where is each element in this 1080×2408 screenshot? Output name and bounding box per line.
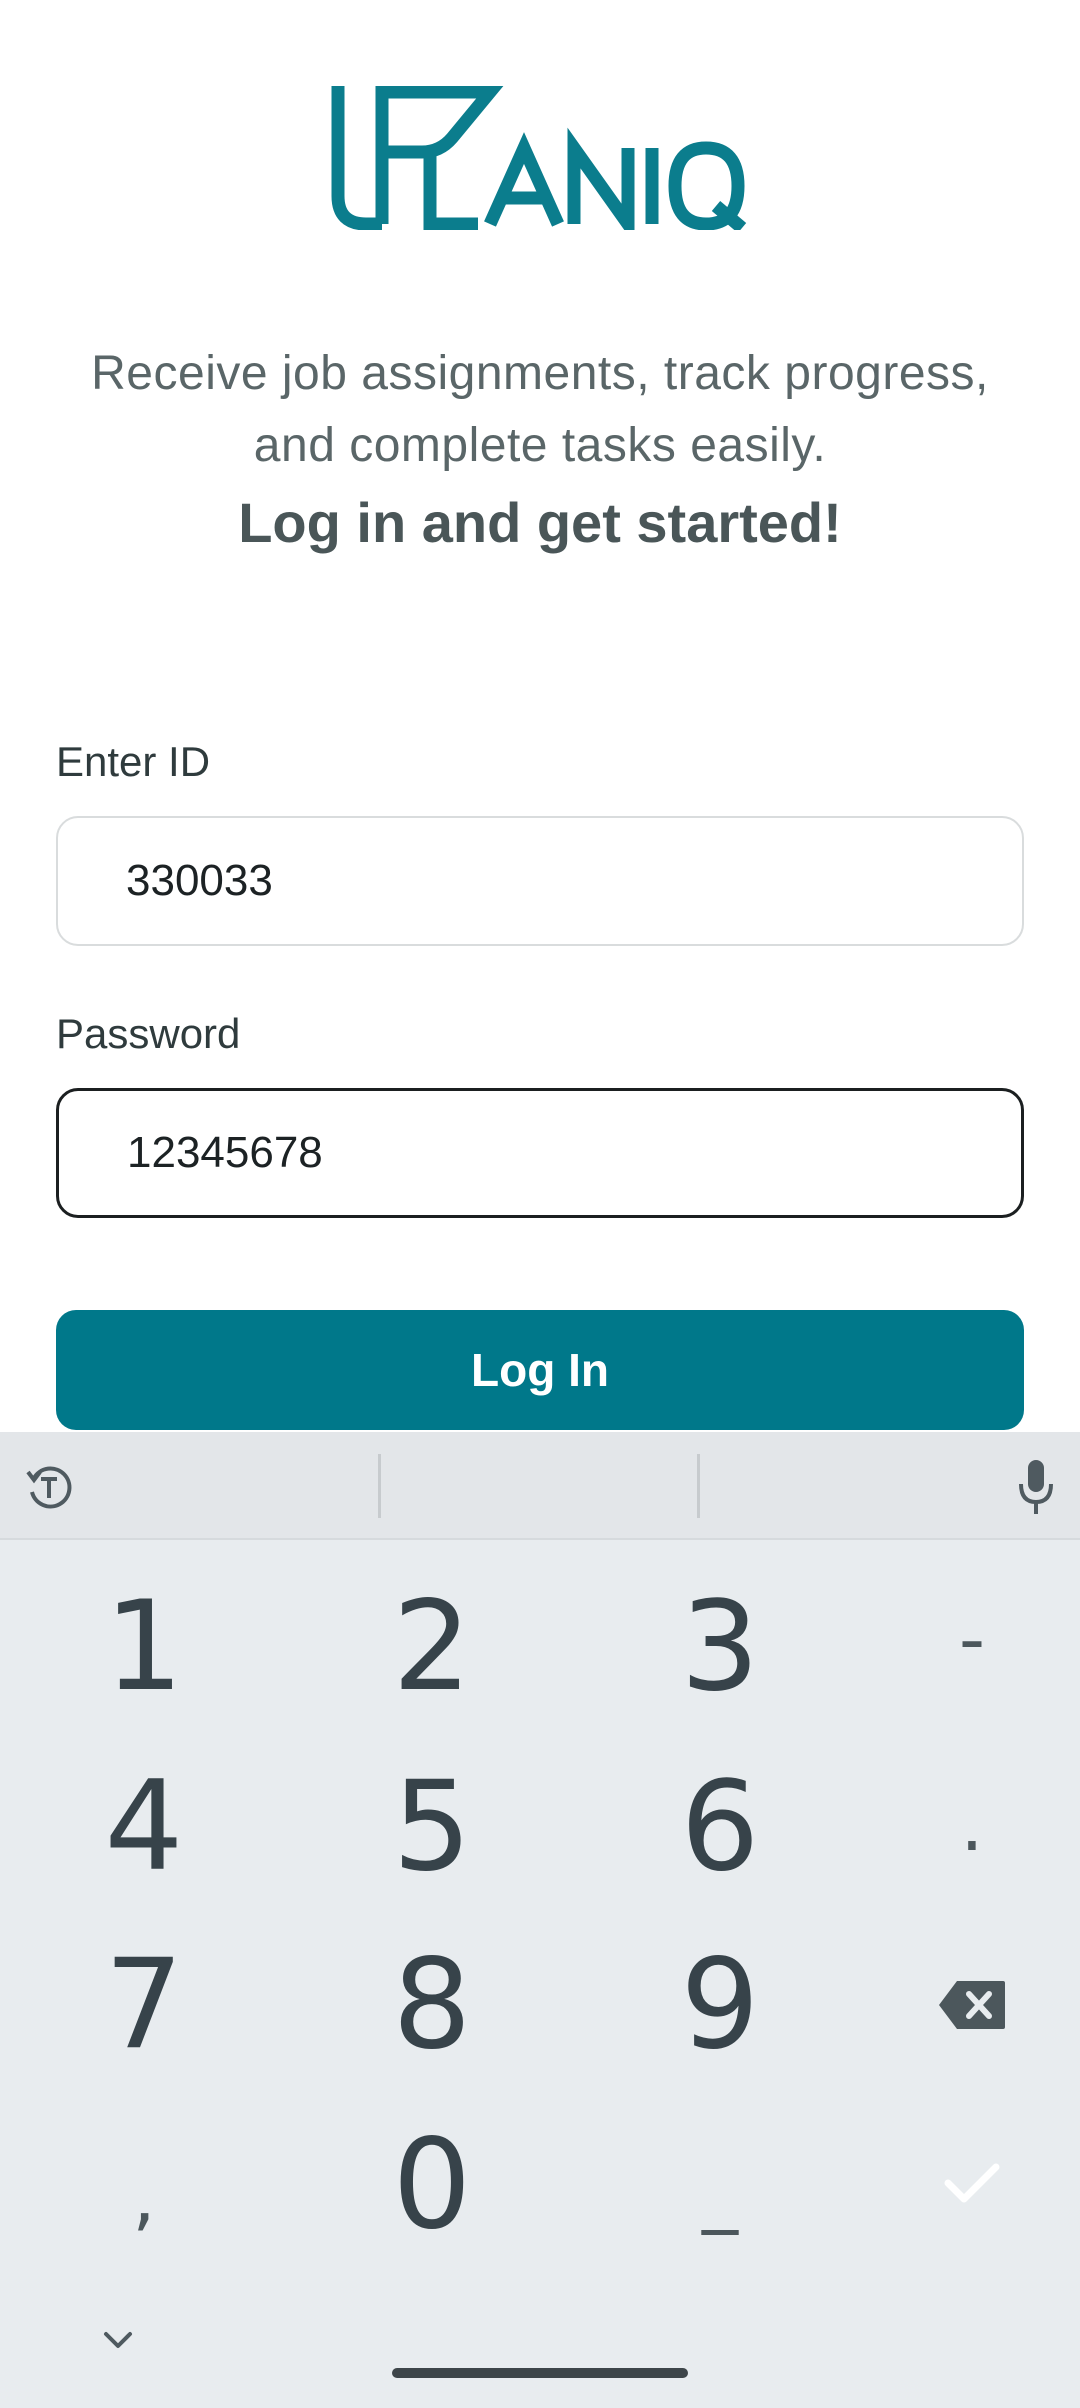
check-icon	[944, 2163, 1000, 2203]
backspace-icon	[939, 1981, 1005, 2029]
id-input[interactable]: 330033	[56, 816, 1024, 946]
password-label: Password	[56, 1010, 241, 1057]
key-3[interactable]: 3	[620, 1562, 820, 1732]
home-indicator[interactable]	[392, 2368, 688, 2378]
microphone-icon[interactable]	[1010, 1456, 1062, 1520]
backspace-key[interactable]	[872, 1920, 1072, 2090]
tagline-line-2: and complete tasks easily.	[253, 419, 827, 472]
password-input[interactable]: 12345678	[56, 1088, 1024, 1218]
headline: Log in and get started!	[238, 491, 842, 554]
key-9[interactable]: 9	[620, 1920, 820, 2090]
key-comma[interactable]: ,	[44, 2112, 244, 2282]
key-6[interactable]: 6	[620, 1742, 820, 1912]
id-label: Enter ID	[56, 738, 211, 785]
key-minus[interactable]: -	[872, 1554, 1072, 1724]
tagline-line-1: Receive job assignments, track progress,	[91, 347, 989, 400]
chevron-down-icon[interactable]	[100, 2322, 136, 2358]
toolbar-divider	[697, 1454, 700, 1518]
text-mode-icon[interactable]	[22, 1460, 76, 1514]
id-input-value: 330033	[126, 856, 273, 905]
login-button[interactable]: Log In	[56, 1310, 1024, 1430]
key-1[interactable]: 1	[44, 1562, 244, 1732]
key-5[interactable]: 5	[332, 1742, 532, 1912]
done-key[interactable]	[872, 2098, 1072, 2268]
key-underscore[interactable]: _	[620, 2108, 820, 2278]
key-4[interactable]: 4	[44, 1742, 244, 1912]
key-8[interactable]: 8	[332, 1920, 532, 2090]
key-0[interactable]: 0	[332, 2100, 532, 2270]
key-7[interactable]: 7	[44, 1920, 244, 2090]
password-input-value: 12345678	[127, 1128, 323, 1177]
keyboard-toolbar	[0, 1432, 1080, 1540]
toolbar-divider	[378, 1454, 381, 1518]
planiq-logo	[331, 86, 747, 230]
key-2[interactable]: 2	[332, 1562, 532, 1732]
key-dot[interactable]: .	[872, 1740, 1072, 1910]
